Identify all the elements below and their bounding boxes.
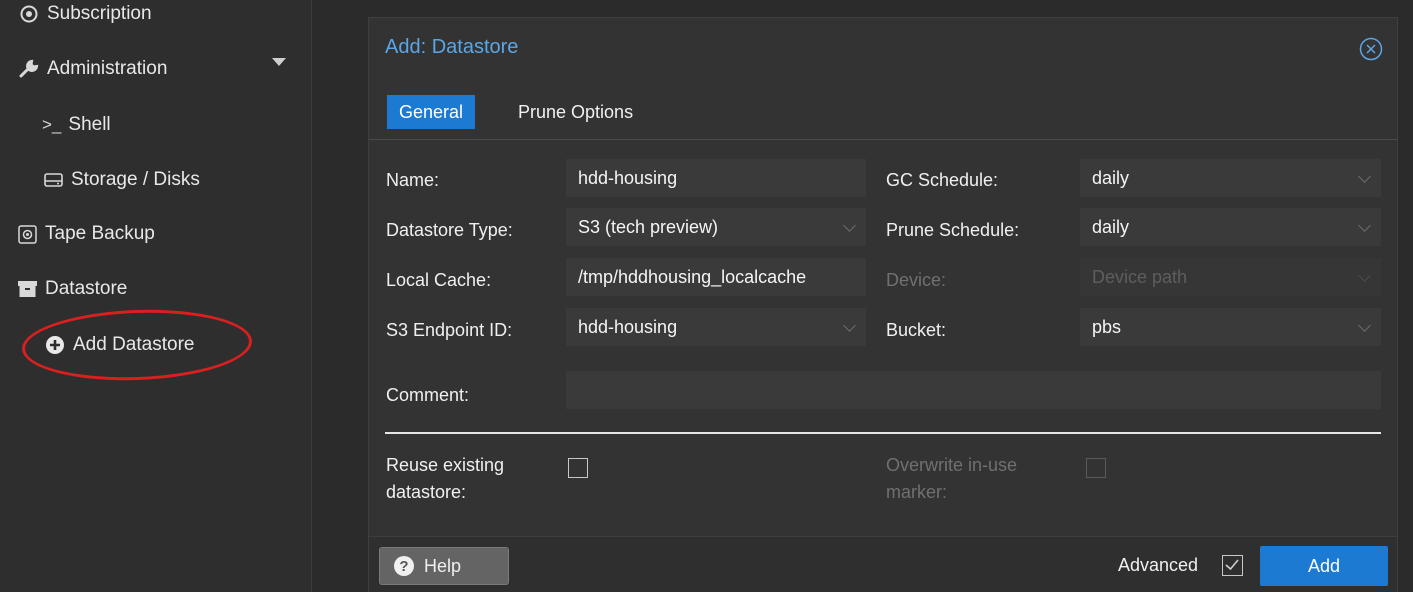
close-icon[interactable]: [1359, 37, 1383, 61]
chevron-down-icon: [1358, 219, 1371, 232]
divider: [385, 432, 1381, 434]
gc-schedule-select[interactable]: daily: [1080, 159, 1381, 197]
sidebar-item-administration[interactable]: Administration: [18, 49, 167, 89]
comment-label: Comment:: [386, 385, 470, 405]
archive-icon: [16, 278, 38, 300]
reuse-datastore-label: Reuse existing datastore:: [386, 455, 505, 502]
subscription-icon: [18, 3, 40, 25]
name-label: Name:: [386, 170, 440, 190]
sidebar-item-label: Subscription: [47, 3, 152, 24]
sidebar-item-label: Administration: [47, 58, 168, 79]
sidebar-item-label: Storage / Disks: [71, 169, 200, 190]
bucket-select[interactable]: pbs: [1080, 308, 1381, 346]
name-input[interactable]: hdd-housing: [566, 159, 866, 197]
prune-schedule-select[interactable]: daily: [1080, 208, 1381, 246]
prune-schedule-label: Prune Schedule:: [886, 220, 1020, 240]
reuse-datastore-checkbox[interactable]: [568, 458, 588, 478]
question-circle-icon: ?: [394, 556, 414, 576]
wrench-icon: [18, 58, 40, 80]
sidebar-item-shell[interactable]: >_ Shell: [42, 105, 111, 145]
local-cache-input[interactable]: /tmp/hddhousing_localcache: [566, 258, 866, 296]
comment-input[interactable]: [566, 371, 1381, 409]
bucket-label: Bucket:: [886, 320, 947, 340]
overwrite-marker-label: Overwrite in-use marker:: [886, 455, 1018, 502]
chevron-down-icon[interactable]: [272, 58, 286, 66]
tape-icon: [16, 223, 38, 245]
device-select[interactable]: Device path: [1080, 258, 1381, 296]
datastore-type-select[interactable]: S3 (tech preview): [566, 208, 866, 246]
chevron-down-icon: [1358, 269, 1371, 282]
terminal-icon: >_: [42, 115, 62, 134]
advanced-checkbox[interactable]: [1222, 555, 1243, 576]
device-label: Device:: [886, 270, 947, 290]
datastore-type-label: Datastore Type:: [386, 220, 513, 240]
highlight-annotation: [20, 306, 254, 384]
dialog-footer: ? Help Advanced Add: [369, 536, 1397, 592]
sidebar-item-storage-disks[interactable]: Storage / Disks: [42, 160, 200, 200]
hdd-icon: [42, 169, 64, 191]
tab-bar: General Prune Options: [369, 86, 1397, 140]
local-cache-label: Local Cache:: [386, 270, 492, 290]
chevron-down-icon: [843, 219, 856, 232]
chevron-down-icon: [1358, 319, 1371, 332]
advanced-label: Advanced: [1118, 555, 1199, 575]
background-panel: [313, 0, 369, 592]
overwrite-marker-checkbox[interactable]: [1086, 458, 1106, 478]
sidebar-item-tape-backup[interactable]: Tape Backup: [16, 214, 155, 254]
chevron-down-icon: [843, 319, 856, 332]
sidebar-item-label: Shell: [68, 114, 111, 135]
tab-prune-options[interactable]: Prune Options: [506, 95, 645, 129]
chevron-down-icon: [1358, 170, 1371, 183]
sidebar-item-subscription[interactable]: Subscription: [18, 0, 152, 34]
add-datastore-dialog: Add: Datastore General Prune Options Nam…: [368, 17, 1398, 592]
gc-schedule-label: GC Schedule:: [886, 170, 999, 190]
sidebar-item-datastore[interactable]: Datastore: [16, 269, 127, 309]
s3-endpoint-label: S3 Endpoint ID:: [386, 320, 513, 340]
s3-endpoint-select[interactable]: hdd-housing: [566, 308, 866, 346]
help-button[interactable]: ? Help: [379, 547, 509, 585]
sidebar: Subscription Administration >_ Shell Sto…: [0, 0, 312, 592]
checkmark-icon: [1225, 559, 1239, 571]
sidebar-item-label: Datastore: [45, 278, 128, 299]
dialog-title: Add: Datastore: [385, 36, 519, 58]
tab-general[interactable]: General: [387, 95, 476, 129]
sidebar-item-label: Tape Backup: [45, 223, 155, 244]
add-button[interactable]: Add: [1260, 546, 1388, 586]
